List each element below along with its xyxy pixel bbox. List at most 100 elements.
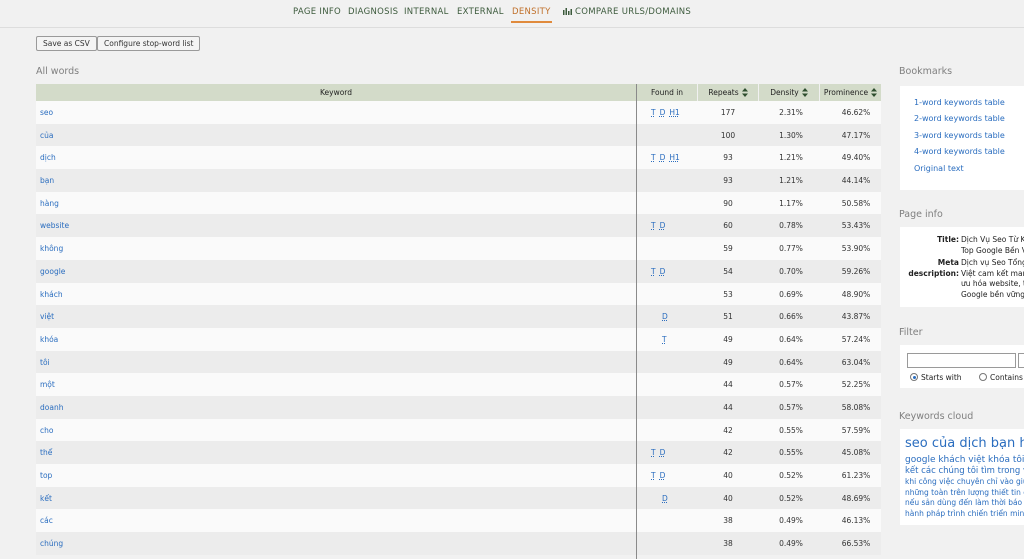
prominence-cell: 53.90% (841, 244, 871, 254)
found-in-tag[interactable]: D (660, 153, 666, 162)
found-in-tag[interactable]: T (651, 448, 656, 457)
cloud-line-6[interactable]: nếu sản dùng đến làm thời báo c (905, 498, 1024, 507)
cloud-line-1[interactable]: seo của dịch bạn hàng (905, 436, 1024, 451)
keyword-link[interactable]: hàng (40, 199, 59, 208)
found-in-tag[interactable]: D (660, 221, 666, 230)
bookmark-original-text[interactable]: Original text (914, 164, 964, 173)
found-in-tag[interactable]: T (651, 108, 656, 117)
keyword-link[interactable]: khóa (40, 335, 58, 344)
density-cell: 0.70% (779, 266, 803, 276)
cloud-line-3[interactable]: kết các chúng tôi tìm trong với (905, 466, 1024, 476)
keyword-link[interactable]: bạn (40, 176, 54, 185)
contains-radio[interactable]: Contains (979, 373, 1023, 382)
prominence-cell: 63.04% (841, 357, 871, 367)
keyword-link[interactable]: một (40, 380, 55, 389)
page-info-title: Page info (899, 209, 943, 220)
bookmark-3-word[interactable]: 3-word keywords table (914, 131, 1005, 140)
found-in-tag[interactable]: D (660, 448, 666, 457)
col-found-in[interactable]: Found in (636, 84, 697, 101)
keyword-link[interactable]: việt (40, 312, 54, 321)
col-keyword[interactable]: Keyword (36, 84, 636, 101)
found-in-tag[interactable]: D (660, 471, 666, 480)
table-row: dịch T D H1 93 1.21% 49.40% (36, 146, 881, 170)
repeats-cell: 51 (723, 312, 733, 322)
keyword-link[interactable]: thể (40, 448, 52, 457)
tab-internal[interactable]: INTERNAL (404, 7, 449, 17)
bookmarks-panel: 1-word keywords table 2-word keywords ta… (900, 86, 1024, 190)
found-in-tag[interactable]: T (651, 471, 656, 480)
table-row: bạn 93 1.21% 44.14% (36, 169, 881, 192)
repeats-cell: 44 (723, 380, 733, 390)
keyword-link[interactable]: top (40, 471, 52, 480)
tab-page-info[interactable]: PAGE INFO (293, 7, 341, 17)
repeats-cell: 42 (723, 448, 733, 458)
filter-input[interactable] (907, 353, 1016, 368)
found-in-tag[interactable]: D (660, 267, 666, 276)
prominence-cell: 53.43% (841, 221, 871, 231)
tab-diagnosis[interactable]: DIAGNOSIS (348, 7, 398, 17)
bookmark-4-word[interactable]: 4-word keywords table (914, 147, 1005, 156)
keyword-link[interactable]: không (40, 244, 63, 253)
cloud-line-2[interactable]: google khách việt khóa tôi m (905, 455, 1024, 465)
tab-density[interactable]: DENSITY (511, 7, 552, 23)
density-cell: 0.49% (779, 539, 803, 549)
table-row: google T D 54 0.70% 59.26% (36, 259, 881, 283)
keyword-link[interactable]: dịch (40, 153, 56, 162)
page-title-label: Title: (937, 235, 959, 244)
save-as-csv-button[interactable]: Save as CSV (36, 36, 97, 51)
table-row: doanh 44 0.57% 58.08% (36, 395, 881, 419)
keyword-link[interactable]: cho (40, 426, 53, 435)
filter-submit-button[interactable] (1018, 353, 1024, 368)
prominence-cell: 59.26% (841, 266, 871, 276)
found-in-tag[interactable]: T (651, 221, 656, 230)
col-density[interactable]: Density (758, 84, 819, 101)
cloud-line-5[interactable]: những toàn trên lượng thiết tin c (905, 488, 1024, 497)
repeats-cell: 53 (723, 289, 733, 299)
repeats-cell: 42 (723, 425, 733, 435)
found-in-tag[interactable]: T (651, 153, 656, 162)
starts-with-radio[interactable]: Starts with (910, 373, 962, 382)
cloud-line-7[interactable]: hành pháp trình chiến triển minh (905, 509, 1024, 518)
repeats-cell: 44 (723, 402, 733, 412)
table-row: cho 42 0.55% 57.59% (36, 418, 881, 442)
found-in-tag[interactable]: T (662, 335, 667, 344)
keyword-link[interactable]: kết (40, 494, 52, 503)
found-in-tag[interactable]: D (662, 312, 668, 321)
keyword-link[interactable]: google (40, 267, 65, 276)
col-prominence[interactable]: Prominence (819, 84, 881, 101)
repeats-cell: 40 (723, 493, 733, 503)
repeats-cell: 177 (720, 108, 736, 117)
configure-stopword-button[interactable]: Configure stop-word list (97, 36, 201, 51)
density-cell: 0.57% (779, 402, 803, 412)
found-in-tag[interactable]: H1 (669, 153, 679, 162)
density-cell: 0.49% (779, 516, 803, 526)
keyword-link[interactable]: khách (40, 290, 63, 299)
keyword-link[interactable]: doanh (40, 403, 63, 412)
prominence-cell: 44.14% (841, 176, 871, 186)
found-in-tag[interactable]: D (662, 494, 668, 503)
density-cell: 1.30% (779, 130, 803, 140)
found-in-tag[interactable]: D (660, 108, 666, 117)
found-in-cell: T D H1 (651, 153, 681, 162)
bookmark-2-word[interactable]: 2-word keywords table (914, 114, 1005, 123)
cloud-line-4[interactable]: khi công việc chuyên chỉ vào giúp (905, 477, 1024, 486)
col-repeats-label: Repeats (708, 88, 739, 97)
col-repeats[interactable]: Repeats (697, 84, 758, 101)
table-row: việt D 51 0.66% 43.87% (36, 305, 881, 328)
density-cell: 0.64% (779, 357, 803, 367)
bookmark-1-word[interactable]: 1-word keywords table (914, 98, 1005, 107)
keyword-link[interactable]: của (40, 131, 53, 140)
found-in-tag[interactable]: T (651, 267, 656, 276)
keyword-link[interactable]: các (40, 516, 53, 525)
repeats-cell: 38 (723, 539, 733, 549)
keyword-link[interactable]: seo (40, 108, 53, 117)
found-in-tag[interactable]: H1 (669, 108, 679, 117)
tab-compare-urls[interactable]: COMPARE URLS/DOMAINS (563, 7, 691, 17)
repeats-cell: 38 (723, 516, 733, 526)
keyword-link[interactable]: tôi (40, 358, 50, 367)
table-body: seo T D H1 177 2.31% 46.62% của 100 1.30% 47.17% dị… (36, 101, 881, 555)
tab-compare-urls-label: COMPARE URLS/DOMAINS (575, 7, 692, 17)
keyword-link[interactable]: chúng (40, 539, 63, 548)
keyword-link[interactable]: website (40, 221, 69, 230)
tab-external[interactable]: EXTERNAL (457, 7, 504, 17)
